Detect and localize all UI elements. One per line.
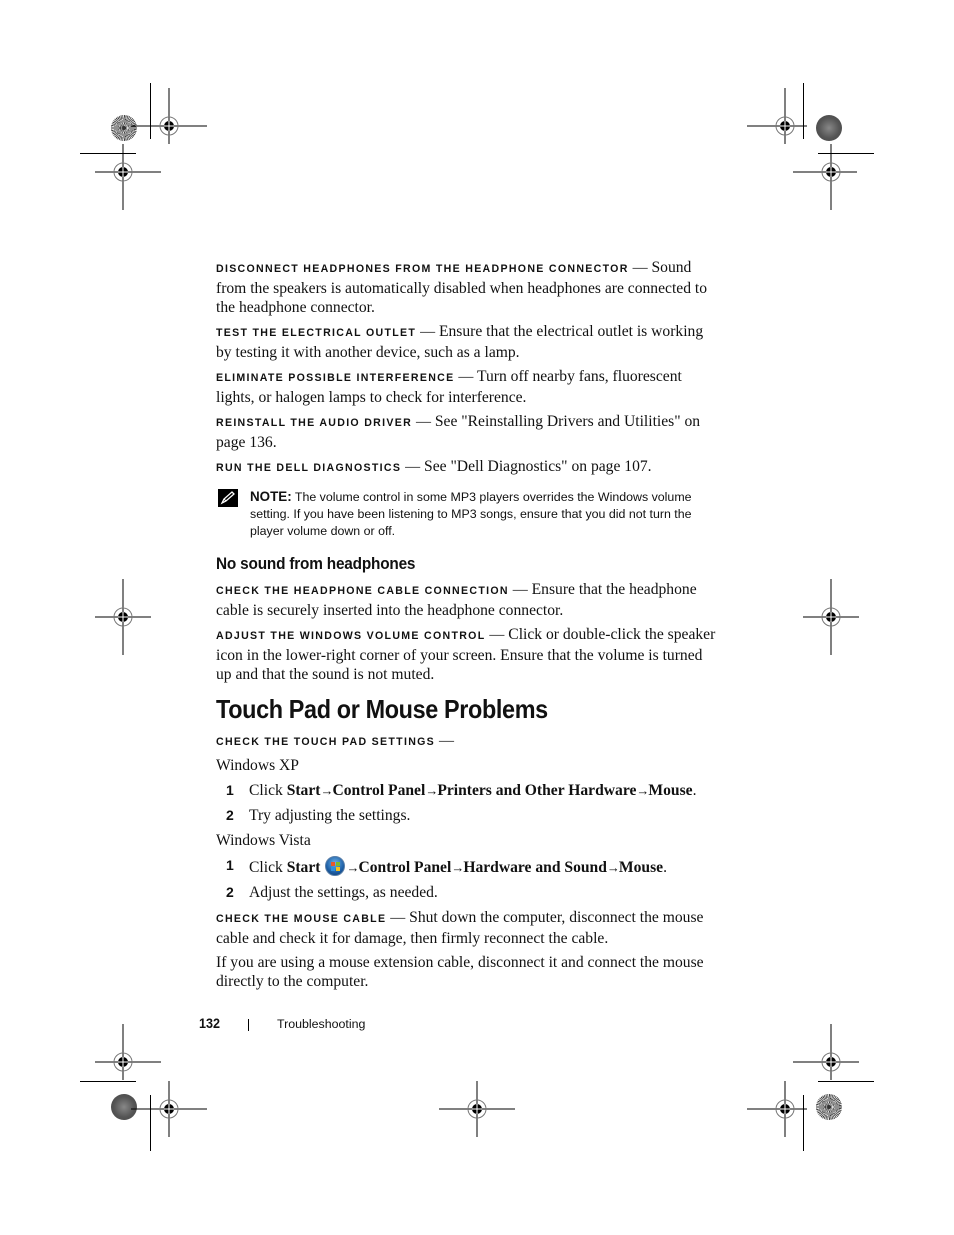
note-text: The volume control in some MP3 players o… — [250, 490, 692, 539]
step-number: 2 — [226, 883, 234, 900]
crop-mark — [818, 1081, 874, 1082]
crop-mark — [80, 1081, 136, 1082]
arrow-icon: → — [346, 859, 359, 875]
tip-paragraph: Check the mouse cable — Shut down the co… — [216, 908, 704, 947]
os-label: Windows XP — [216, 756, 299, 774]
tip-paragraph: Test the electrical outlet — Ensure that… — [216, 323, 704, 361]
menu-path-printers-hardware: Printers and Other Hardware — [437, 781, 637, 799]
note-label: NOTE: — [250, 489, 292, 504]
subsection-title: No sound from headphones — [216, 554, 416, 573]
footer-section-title: Troubleshooting — [277, 1017, 366, 1031]
step-item: 1 Click Start→Control Panel→Printers and… — [216, 781, 716, 800]
registration-target-icon — [793, 144, 857, 210]
step-item: 2 Try adjusting the settings. — [216, 806, 716, 825]
registration-target-icon — [95, 144, 161, 210]
step-number: 1 — [226, 781, 234, 798]
tip-heading: Disconnect headphones from the headphone… — [216, 263, 629, 275]
tip-heading: Test the electrical outlet — [216, 327, 417, 339]
tip-paragraph: Eliminate possible interference — Turn o… — [216, 368, 682, 406]
page-content: Disconnect headphones from the headphone… — [216, 258, 716, 996]
tip-heading: Run the Dell Diagnostics — [216, 462, 402, 474]
page-number: 132 — [199, 1015, 221, 1031]
menu-path-mouse: Mouse — [648, 781, 693, 799]
windows-start-orb-icon — [325, 855, 346, 876]
tip-paragraph: Adjust the Windows volume control — Clic… — [216, 625, 716, 683]
footer-divider — [248, 1019, 249, 1031]
menu-path-start: Start — [286, 781, 321, 799]
tip-paragraph: Check the touch pad settings — — [216, 732, 454, 749]
tip-heading: Reinstall the audio driver — [216, 417, 413, 429]
os-label: Windows Vista — [216, 831, 311, 849]
arrow-icon: → — [320, 782, 333, 798]
step-item: 2 Adjust the settings, as needed. — [216, 883, 716, 902]
menu-path-mouse: Mouse — [618, 858, 664, 876]
arrow-icon: → — [451, 859, 464, 875]
section-title: Touch Pad or Mouse Problems — [216, 693, 548, 724]
arrow-icon: → — [425, 782, 438, 798]
tip-heading: Eliminate possible interference — [216, 372, 455, 384]
step-number: 2 — [226, 806, 234, 823]
menu-path-control-panel: Control Panel — [358, 858, 452, 876]
tip-heading: Adjust the Windows volume control — [216, 629, 486, 642]
tip-heading: Check the headphone cable connection — [216, 584, 509, 597]
arrow-icon: → — [606, 859, 620, 875]
step-text: Adjust the settings, as needed. — [249, 883, 438, 901]
tip-paragraph: Run the Dell Diagnostics — See "Dell Dia… — [216, 458, 652, 475]
registration-target-icon — [131, 1081, 207, 1137]
tip-text: See "Dell Diagnostics" on page 107. — [424, 458, 652, 475]
body-paragraph: If you are using a mouse extension cable… — [216, 953, 704, 990]
registration-target-icon — [439, 1081, 515, 1137]
tip-heading: Check the touch pad settings — [216, 735, 436, 748]
tip-paragraph: Reinstall the audio driver — See "Reinst… — [216, 413, 701, 451]
registration-target-icon — [803, 579, 859, 655]
menu-path-start: Start — [286, 858, 321, 876]
tip-heading: Check the mouse cable — [216, 912, 387, 925]
step-item: 1 Click Start →Control Panel→Hardware and… — [216, 855, 716, 877]
note-box: NOTE: The volume control in some MP3 pla… — [216, 488, 716, 541]
registration-target-icon — [747, 1081, 807, 1137]
step-text: Try adjusting the settings. — [249, 806, 411, 824]
tip-paragraph: Disconnect headphones from the headphone… — [216, 259, 708, 316]
step-number: 1 — [226, 856, 234, 873]
tip-paragraph: Check the headphone cable connection — E… — [216, 580, 697, 619]
arrow-icon: → — [636, 782, 649, 798]
pencil-note-icon — [218, 489, 238, 507]
menu-path-control-panel: Control Panel — [332, 781, 426, 799]
step-text: Click Start→Control Panel→Printers and O… — [249, 781, 697, 799]
menu-path-hardware-sound: Hardware and Sound — [463, 858, 607, 876]
registration-target-icon — [95, 579, 151, 655]
step-text: Click Start →Control Panel→Hardware and S… — [249, 855, 667, 877]
